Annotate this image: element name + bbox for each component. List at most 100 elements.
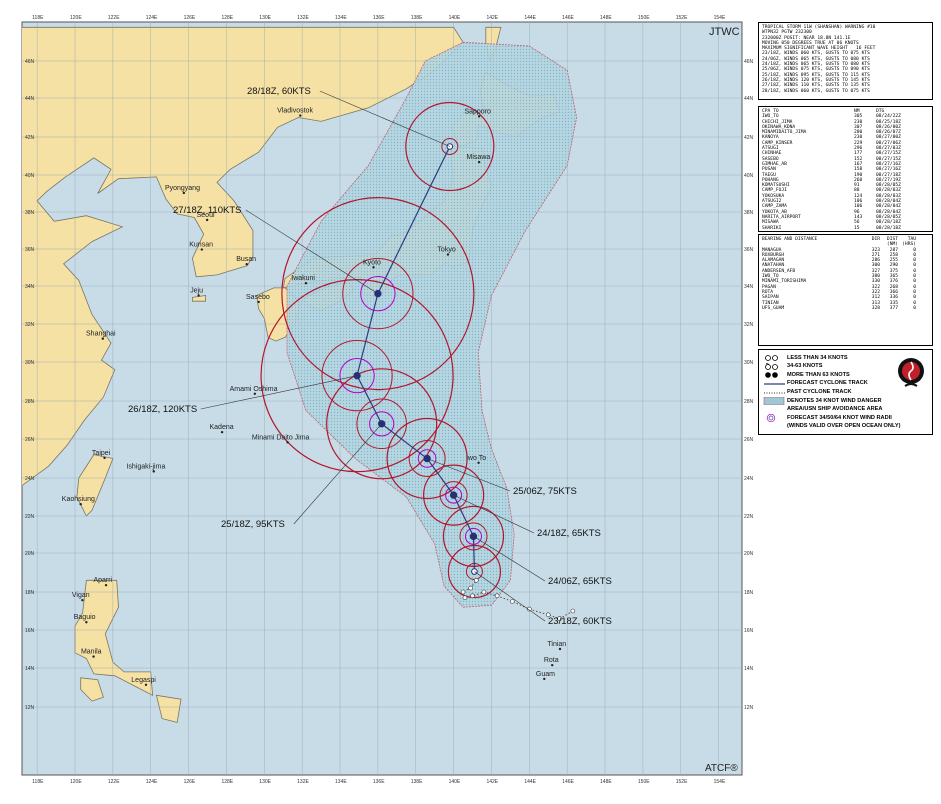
lon-tick-label: 124E xyxy=(146,15,158,21)
place-dot xyxy=(477,115,481,118)
lat-tick-label: 46N xyxy=(25,59,35,65)
place-label: Sasebo xyxy=(246,294,270,301)
forecast-label: 25/06Z, 75KTS xyxy=(513,486,577,497)
place-label: Misawa xyxy=(467,154,491,161)
place-label: Baguio xyxy=(74,614,96,621)
place-dot xyxy=(220,430,224,434)
legend-label: (WINDS VALID OVER OPEN OCEAN ONLY) xyxy=(787,423,901,430)
place-dot xyxy=(205,218,209,222)
forecast-position-marker xyxy=(469,532,478,541)
lon-tick-label: 124E xyxy=(146,779,158,785)
place-dot xyxy=(92,655,95,658)
place-label: Kadena xyxy=(209,424,233,431)
place-dot xyxy=(299,114,302,117)
lat-tick-label: 24N xyxy=(744,476,754,482)
lon-tick-label: 154E xyxy=(714,15,726,21)
lon-tick-label: 138E xyxy=(411,779,423,785)
lat-tick-label: 22N xyxy=(25,514,35,520)
place-label: Tokyo xyxy=(437,247,455,254)
place-dot xyxy=(85,621,88,624)
circle-open-icon xyxy=(765,355,778,362)
lon-tick-label: 134E xyxy=(335,15,347,21)
radii-icon xyxy=(766,414,776,423)
storm-open-icon xyxy=(765,363,778,370)
lon-tick-label: 134E xyxy=(335,779,347,785)
place-dot xyxy=(200,248,204,251)
lon-tick-label: 144E xyxy=(524,779,536,785)
place-label: Minami Daito Jima xyxy=(252,434,310,441)
lon-tick-label: 150E xyxy=(638,15,650,21)
lon-tick-label: 154E xyxy=(714,779,726,785)
lat-tick-label: 26N xyxy=(25,437,35,443)
lat-tick-label: 30N xyxy=(744,360,754,366)
place-label: Pyongyang xyxy=(165,185,200,192)
lat-tick-label: 36N xyxy=(25,247,35,253)
place-label: Legaspi xyxy=(131,677,156,684)
place-dot xyxy=(551,663,554,667)
forecast-label: 23/18Z, 60KTS xyxy=(548,616,612,627)
side-panel: TROPICAL STORM 11W (SHANSHAN) WARNING #1… xyxy=(758,22,933,777)
lon-tick-label: 128E xyxy=(221,779,233,785)
lat-tick-label: 34N xyxy=(744,284,754,290)
past-position-marker xyxy=(474,577,479,583)
warning-info-box: TROPICAL STORM 11W (SHANSHAN) WARNING #1… xyxy=(758,22,933,100)
place-dot xyxy=(144,683,148,686)
legend: LESS THAN 34 KNOTS 34-63 KNOTS MORE THAN 6… xyxy=(758,349,933,435)
solid-line-icon xyxy=(764,383,785,385)
cpa-row: SHARIKI 15 08/28/18Z xyxy=(762,225,901,231)
legend-label: FORECAST CYCLONE TRACK xyxy=(787,380,868,387)
lat-tick-label: 40N xyxy=(744,173,754,179)
place-label: Kunsan xyxy=(189,242,213,249)
bearing-distance-table: BEARING AND DISTANCE DIR DIST TAU (NM) (HRS) M… xyxy=(758,234,933,346)
dotted-line-icon xyxy=(764,392,785,394)
none-icon xyxy=(763,423,787,431)
past-position-marker xyxy=(470,593,475,599)
lat-tick-label: 42N xyxy=(744,135,754,141)
place-label: Manila xyxy=(81,649,102,656)
cpa-table: CPA TO NM DTG IWO_TO 305 08/24/22Z CHICHI_JIMA… xyxy=(758,106,933,232)
lon-tick-label: 118E xyxy=(32,15,44,21)
place-dot xyxy=(79,503,82,506)
lat-tick-label: 16N xyxy=(744,628,754,634)
forecast-label: 25/18Z, 95KTS xyxy=(221,519,285,530)
navy-seal-icon xyxy=(898,358,924,387)
place-label: Sapporo xyxy=(464,108,491,115)
lon-tick-label: 138E xyxy=(411,15,423,21)
lon-tick-label: 152E xyxy=(676,779,688,785)
forecast-position-marker xyxy=(449,491,458,499)
lat-tick-label: 16N xyxy=(25,628,35,634)
track-map-figure: Vladivostok Sapporo Misawa Pyongyang Seoul Ku… xyxy=(0,0,941,804)
place-label: Kaohsiung xyxy=(62,496,95,503)
place-dot xyxy=(104,583,108,587)
forecast-label: 27/18Z, 110KTS xyxy=(173,205,241,216)
place-label: Rota xyxy=(544,657,559,664)
lon-tick-label: 128E xyxy=(221,15,233,21)
place-dot xyxy=(372,266,375,269)
legend-label: PAST CYCLONE TRACK xyxy=(787,388,852,395)
lat-tick-label: 40N xyxy=(25,173,35,179)
bearing-row: UFS_GUAM 328 377 0 xyxy=(762,305,916,311)
past-position-marker xyxy=(460,589,466,595)
lon-tick-label: 148E xyxy=(600,15,612,21)
lat-tick-label: 24N xyxy=(25,476,35,482)
lat-tick-label: 44N xyxy=(25,96,35,102)
lon-tick-label: 126E xyxy=(184,779,196,785)
place-dot xyxy=(477,461,480,464)
lat-tick-label: 12N xyxy=(25,705,35,711)
lon-tick-label: 120E xyxy=(70,779,82,785)
past-position-marker xyxy=(481,589,487,595)
lat-tick-label: 30N xyxy=(25,360,35,366)
lon-tick-label: 126E xyxy=(184,15,196,21)
forecast-label: 24/18Z, 65KTS xyxy=(537,528,601,539)
lon-tick-label: 148E xyxy=(600,779,612,785)
none-icon xyxy=(763,406,787,414)
lon-tick-label: 136E xyxy=(373,779,385,785)
legend-label: AREA/USN SHIP AVOIDANCE AREA xyxy=(787,406,883,413)
place-dot xyxy=(304,282,308,285)
lon-tick-label: 152E xyxy=(676,15,688,21)
lon-tick-label: 130E xyxy=(259,779,271,785)
lon-tick-label: 122E xyxy=(108,15,120,21)
place-label: Aparri xyxy=(93,577,112,584)
danger-area-icon xyxy=(763,397,785,406)
cyclone-symbol xyxy=(449,491,458,499)
